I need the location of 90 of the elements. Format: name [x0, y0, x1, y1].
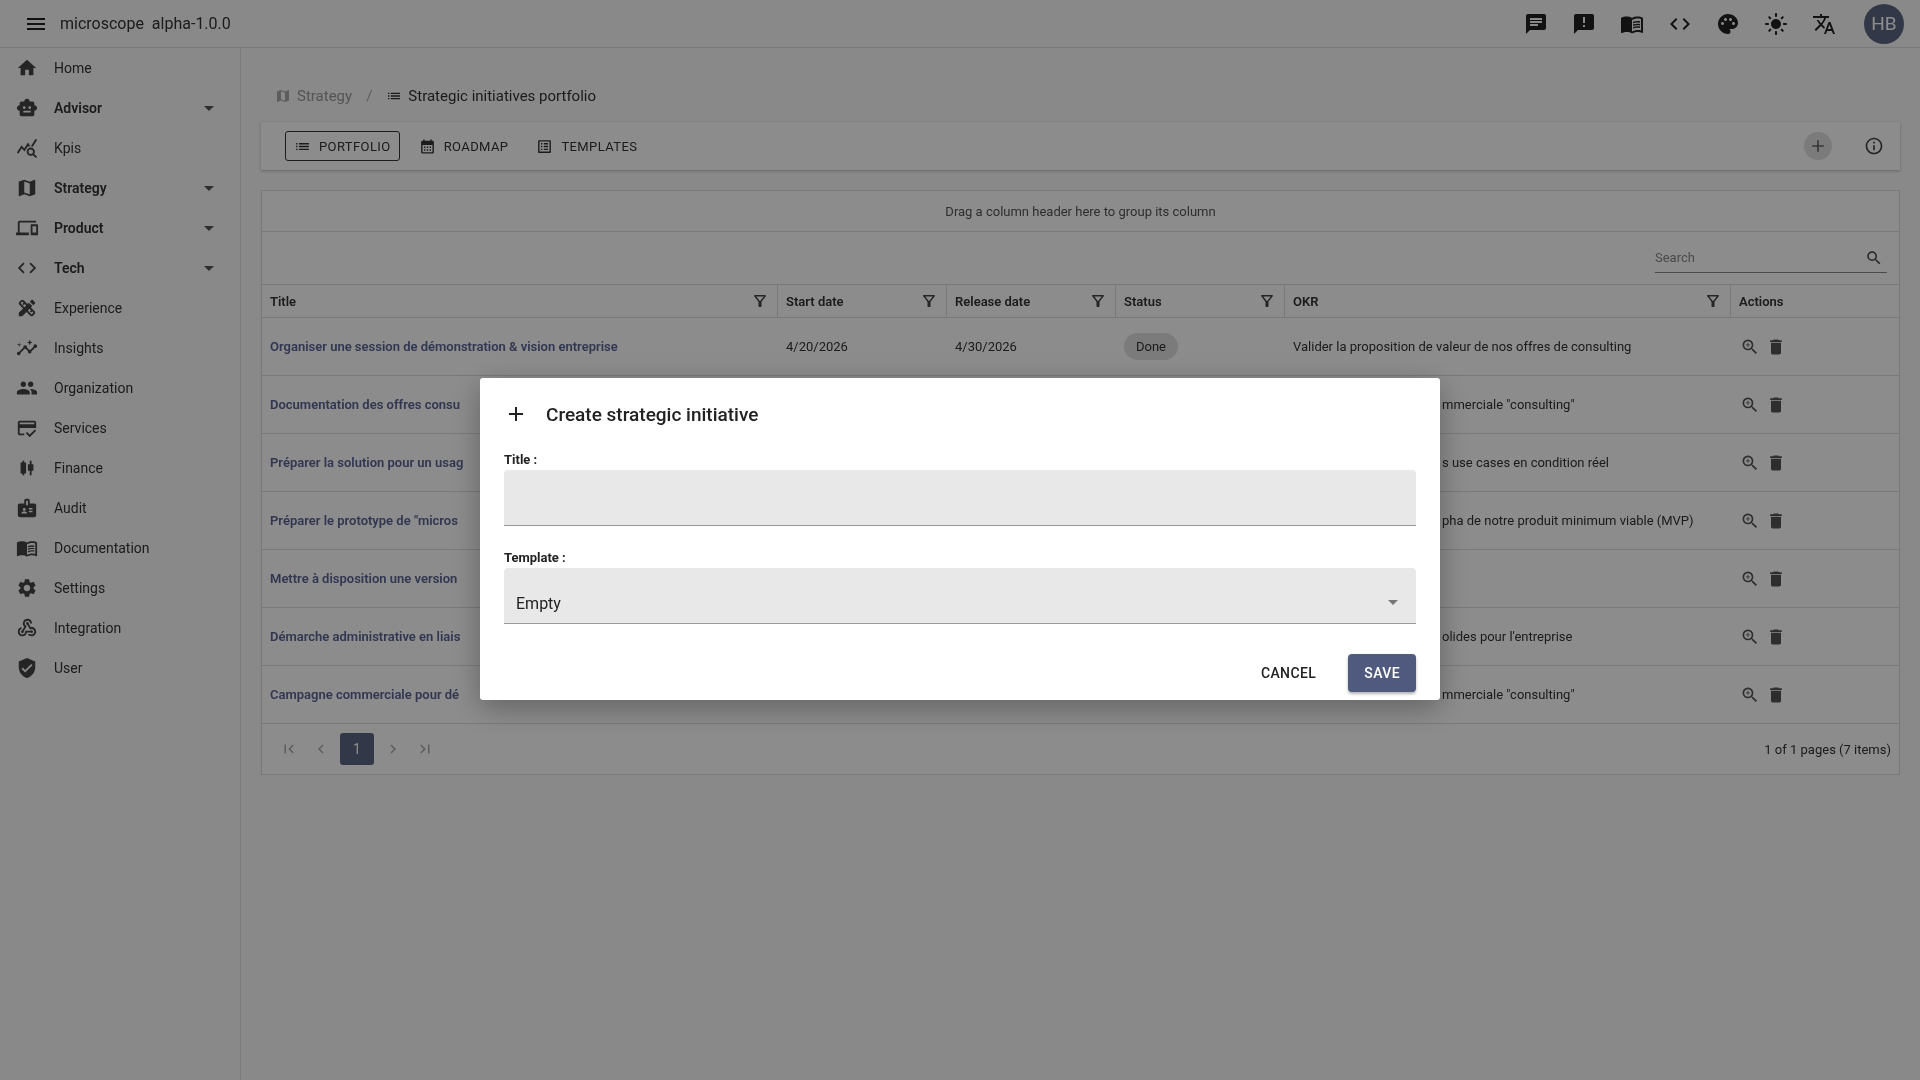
map-icon [275, 88, 291, 104]
theme-button[interactable] [1764, 11, 1788, 36]
map-icon [16, 177, 38, 199]
template-select[interactable]: Empty [504, 568, 1416, 624]
sidebar-item[interactable]: Services [0, 408, 240, 448]
app-title: microscope alpha-1.0.0 [60, 14, 231, 33]
dialog-title: Create strategic initiative [546, 402, 759, 426]
sidebar-item[interactable]: Experience [0, 288, 240, 328]
start-date-text: 4/20/2026 [786, 339, 848, 354]
filter-icon [1258, 292, 1276, 310]
caret-icon [204, 265, 214, 271]
release-date-text: 4/30/2026 [955, 339, 1017, 354]
save-button[interactable]: SAVE [1348, 654, 1416, 692]
filter-icon [1089, 292, 1107, 310]
shield-check-icon [16, 657, 38, 679]
okr-text: mmerciale "consulting" [1441, 397, 1575, 412]
chat-icon [1524, 11, 1548, 36]
okr-text: s use cases en condition réel [1441, 455, 1609, 470]
initiative-link[interactable]: Mettre à disposition une version [270, 571, 458, 586]
view-tab[interactable]: PORTFOLIO [285, 131, 400, 161]
sidebar-item[interactable]: Product [0, 208, 240, 248]
okr-text: mmerciale "consulting" [1441, 687, 1575, 702]
page-button[interactable]: 1 [340, 733, 374, 765]
sidebar-item[interactable]: Home [0, 48, 240, 88]
view-tab[interactable]: ROADMAP [409, 131, 518, 161]
sidebar-item[interactable]: Integration [0, 608, 240, 648]
search-icon [1865, 248, 1883, 267]
alert-message-icon [1572, 11, 1596, 36]
sidebar-item[interactable]: Kpis [0, 128, 240, 168]
caret-icon [204, 185, 214, 191]
translate-icon [1812, 11, 1836, 36]
okr-text: olides pour l'entreprise [1441, 629, 1573, 644]
okr-text: Valider la proposition de valeur de nos offres de consulting [1293, 339, 1632, 354]
cancel-button[interactable]: CANCEL [1244, 654, 1333, 692]
sidebar-item[interactable]: Strategy [0, 168, 240, 208]
initiative-link[interactable]: Préparer le prototype de "micros [270, 513, 458, 528]
sidebar-item[interactable]: User [0, 648, 240, 688]
list-box-icon [536, 137, 554, 155]
sidebar-item[interactable]: Documentation [0, 528, 240, 568]
sidebar-item[interactable]: Audit [0, 488, 240, 528]
initiative-link[interactable]: Documentation des offres consu [270, 397, 460, 412]
initiative-link[interactable]: Démarche administrative en liais [270, 629, 461, 644]
initiative-link[interactable]: Campagne commerciale pour dé [270, 687, 460, 702]
pagination-summary: 1 of 1 pages (7 items) [1764, 741, 1891, 757]
translate-button[interactable] [1812, 11, 1836, 36]
okr-text: pha de notre produit minimum viable (MVP) [1441, 513, 1694, 528]
sidebar-item[interactable]: Settings [0, 568, 240, 608]
settings-icon [16, 577, 38, 599]
search-field[interactable]: Search [1655, 243, 1865, 273]
user-avatar[interactable]: HB [1864, 3, 1904, 44]
caret-icon [204, 105, 214, 111]
chat-button[interactable] [1524, 11, 1548, 36]
column-header[interactable]: Release date [947, 285, 1116, 317]
sun-icon [1764, 11, 1788, 36]
sidebar-item[interactable]: Organization [0, 368, 240, 408]
sidebar-item[interactable]: Insights [0, 328, 240, 368]
robot-icon [16, 97, 38, 119]
sidebar-item[interactable]: Advisor [0, 88, 240, 128]
initiative-link[interactable]: Préparer la solution pour un usag [270, 455, 464, 470]
field-label: Title : [504, 452, 539, 467]
column-header[interactable]: Actions [1731, 285, 1899, 317]
chart-search-icon [16, 137, 38, 159]
info-icon [1864, 136, 1884, 156]
title-input-field[interactable] [504, 470, 1416, 526]
column-header[interactable]: Status [1116, 285, 1285, 317]
group-drop-area[interactable]: Drag a column header here to group its column [262, 191, 1899, 232]
column-header[interactable]: Start date [778, 285, 947, 317]
caret-icon [1388, 600, 1398, 605]
view-tab[interactable]: TEMPLATES [527, 131, 647, 161]
filter-icon [751, 292, 769, 310]
add-button[interactable] [1804, 132, 1832, 160]
badge-icon [16, 497, 38, 519]
webhook-icon [16, 617, 38, 639]
column-header[interactable]: OKR [1285, 285, 1731, 317]
filter-icon [920, 292, 938, 310]
field-label: Template : [504, 550, 567, 565]
palette-icon [1716, 11, 1740, 36]
palette-button[interactable] [1716, 11, 1740, 36]
breadcrumb-separator: / [366, 87, 373, 105]
caret-icon [204, 225, 214, 231]
column-header[interactable]: Title [262, 285, 778, 317]
filter-icon [1704, 292, 1722, 310]
pencil-ruler-icon [16, 297, 38, 319]
calendar-icon [418, 137, 436, 155]
breadcrumb-link[interactable]: Strategic initiatives portfolio [386, 87, 596, 105]
feedback-button[interactable] [1572, 11, 1596, 36]
status-chip: Done [1124, 333, 1179, 360]
sidebar-item[interactable]: Tech [0, 248, 240, 288]
sidebar-item[interactable]: Finance [0, 448, 240, 488]
initiative-link[interactable]: Organiser une session de démonstration & vision entreprise [270, 339, 618, 354]
